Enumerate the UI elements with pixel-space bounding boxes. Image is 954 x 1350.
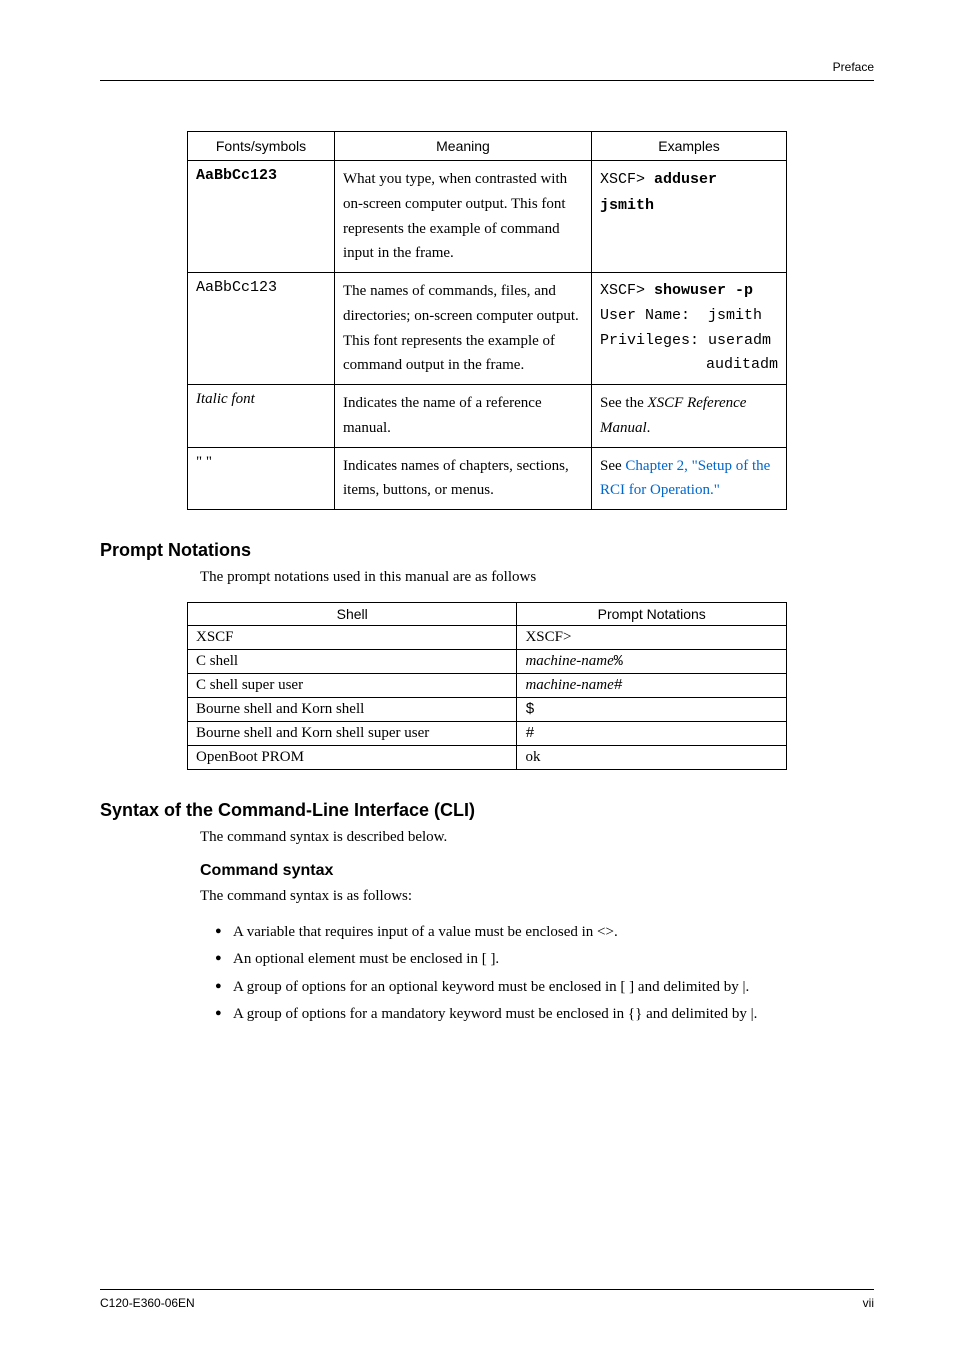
- page-header: Preface: [100, 60, 874, 81]
- font-cell: " ": [188, 447, 335, 510]
- example-cell: See Chapter 2, "Setup of the RCI for Ope…: [592, 447, 787, 510]
- page: Preface Fonts/symbols Meaning Examples A…: [0, 0, 954, 1350]
- ex-link[interactable]: Chapter 2, "Setup of the RCI for Operati…: [600, 458, 770, 499]
- example-cell: See the XSCF Reference Manual.: [592, 385, 787, 448]
- prompt-cell: machine-name#: [517, 674, 787, 698]
- prompt-suffix: #: [614, 677, 623, 694]
- ex-post: .: [647, 420, 651, 436]
- th-fonts: Fonts/symbols: [188, 132, 335, 161]
- meaning-cell: Indicates the name of a reference manual…: [335, 385, 592, 448]
- header-preface: Preface: [833, 60, 874, 74]
- ex-right: auditadm: [706, 353, 778, 378]
- shell-cell: XSCF: [188, 626, 517, 650]
- command-syntax-heading: Command syntax: [200, 862, 874, 880]
- prompt-notations-heading: Prompt Notations: [100, 540, 874, 561]
- ex-pre: See: [600, 458, 625, 474]
- shell-cell: OpenBoot PROM: [188, 746, 517, 770]
- example-cell: XSCF> showuser -p User Name: jsmith Privi…: [592, 273, 787, 385]
- table-row: AaBbCc123 What you type, when contrasted…: [188, 161, 787, 273]
- prompt-intro: The prompt notations used in this manual…: [200, 567, 874, 588]
- table-row: " " Indicates names of chapters, section…: [188, 447, 787, 510]
- font-cell: AaBbCc123: [188, 273, 335, 385]
- th-shell: Shell: [188, 603, 517, 626]
- list-item: A group of options for a mandatory keywo…: [215, 1003, 874, 1026]
- example-cell: XSCF> adduser jsmith: [592, 161, 787, 273]
- table-row: C shell machine-name%: [188, 650, 787, 674]
- meaning-cell: The names of commands, files, and direct…: [335, 273, 592, 385]
- prompt-suffix: %: [614, 653, 623, 670]
- cli-heading: Syntax of the Command-Line Interface (CL…: [100, 800, 874, 821]
- ex-left: User Name:: [600, 304, 690, 329]
- shell-cell: C shell super user: [188, 674, 517, 698]
- table-row: Italic font Indicates the name of a refe…: [188, 385, 787, 448]
- ex-right: jsmith: [708, 304, 778, 329]
- table-header-row: Shell Prompt Notations: [188, 603, 787, 626]
- command-syntax-intro: The command syntax is as follows:: [200, 886, 874, 907]
- prompt-cell: machine-name%: [517, 650, 787, 674]
- table-row: XSCF XSCF>: [188, 626, 787, 650]
- cli-intro: The command syntax is described below.: [200, 827, 874, 848]
- meaning-cell: What you type, when contrasted with on-s…: [335, 161, 592, 273]
- fonts-symbols-table: Fonts/symbols Meaning Examples AaBbCc123…: [187, 131, 787, 510]
- prompt-table: Shell Prompt Notations XSCF XSCF> C shel…: [187, 602, 787, 770]
- th-prompt: Prompt Notations: [517, 603, 787, 626]
- prompt-cell: ok: [517, 746, 787, 770]
- ex-left: Privileges:: [600, 329, 699, 354]
- table-row: C shell super user machine-name#: [188, 674, 787, 698]
- prompt-cell: #: [517, 722, 787, 746]
- bullet-list: A variable that requires input of a valu…: [215, 921, 874, 1026]
- ex-line: XSCF>: [600, 282, 654, 299]
- list-item: An optional element must be enclosed in …: [215, 948, 874, 971]
- page-footer: C120-E360-06EN vii: [100, 1289, 874, 1310]
- footer-right: vii: [863, 1296, 874, 1310]
- prompt-italic: machine-name: [525, 677, 613, 693]
- table-row: AaBbCc123 The names of commands, files, …: [188, 273, 787, 385]
- prompt-cell: $: [517, 698, 787, 722]
- list-item: A group of options for an optional keywo…: [215, 976, 874, 999]
- footer-left: C120-E360-06EN: [100, 1296, 195, 1310]
- shell-cell: Bourne shell and Korn shell super user: [188, 722, 517, 746]
- shell-cell: C shell: [188, 650, 517, 674]
- th-meaning: Meaning: [335, 132, 592, 161]
- th-examples: Examples: [592, 132, 787, 161]
- font-cell: AaBbCc123: [188, 161, 335, 273]
- prompt-cell: XSCF>: [517, 626, 787, 650]
- list-item: A variable that requires input of a valu…: [215, 921, 874, 944]
- font-cell: Italic font: [188, 385, 335, 448]
- table-row: Bourne shell and Korn shell super user #: [188, 722, 787, 746]
- prompt-italic: machine-name: [525, 653, 613, 669]
- meaning-cell: Indicates names of chapters, sections, i…: [335, 447, 592, 510]
- ex-right: useradm: [708, 329, 778, 354]
- table-row: Bourne shell and Korn shell $: [188, 698, 787, 722]
- table-header-row: Fonts/symbols Meaning Examples: [188, 132, 787, 161]
- table-row: OpenBoot PROM ok: [188, 746, 787, 770]
- ex-pre: See the: [600, 395, 647, 411]
- ex-bold: showuser -p: [654, 282, 753, 299]
- example-prefix: XSCF>: [600, 171, 654, 188]
- shell-cell: Bourne shell and Korn shell: [188, 698, 517, 722]
